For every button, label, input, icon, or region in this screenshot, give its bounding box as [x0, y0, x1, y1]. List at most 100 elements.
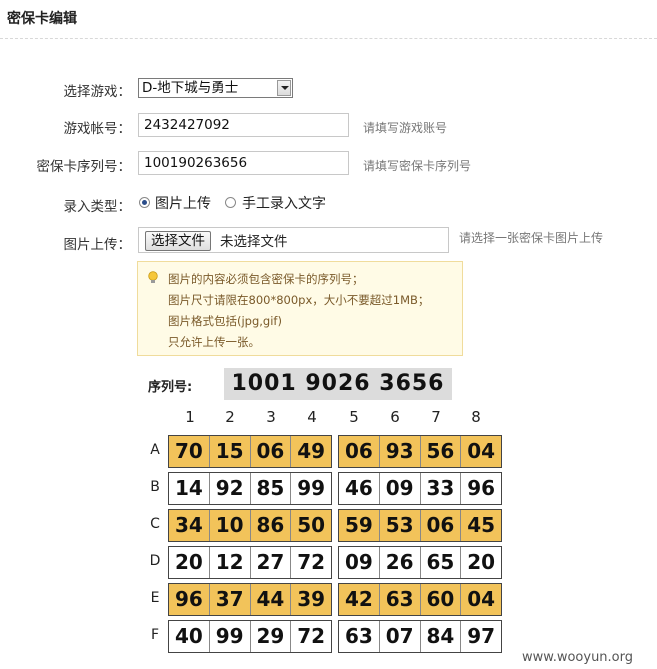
- card-cell: 59: [339, 510, 380, 541]
- card-cell: 40: [169, 621, 210, 652]
- game-label: 选择游戏：: [63, 84, 132, 100]
- card-cell: 46: [339, 473, 380, 504]
- chevron-down-icon[interactable]: [277, 80, 291, 96]
- game-select-value: D-地下城与勇士: [142, 80, 239, 96]
- card-cell: 06: [339, 436, 380, 467]
- upload-hint: 请选择一张密保卡图片上传: [459, 231, 604, 245]
- radio-image-upload-label[interactable]: 图片上传: [155, 193, 211, 213]
- card-column-number: 2: [225, 408, 235, 426]
- file-input[interactable]: 选择文件 未选择文件: [138, 227, 449, 253]
- card-cell: 14: [169, 473, 210, 504]
- watermark: www.wooyun.org: [522, 650, 634, 665]
- card-cell: 34: [169, 510, 210, 541]
- card-block: 20 12 27 72: [168, 546, 332, 579]
- card-row-letter: E: [150, 590, 160, 606]
- card-cell: 86: [251, 510, 292, 541]
- account-row: 游戏帐号： 2432427092 请填写游戏账号: [0, 113, 657, 139]
- card-cell: 99: [297, 476, 326, 500]
- card-cell: 12: [210, 547, 251, 578]
- card-block: 46 09 33 96: [338, 472, 502, 505]
- account-input[interactable]: 2432427092: [138, 113, 349, 137]
- card-row-letter: B: [150, 479, 160, 495]
- account-label: 游戏帐号：: [63, 121, 132, 137]
- card-cell: 04: [467, 587, 496, 611]
- card-cell: 27: [251, 547, 292, 578]
- card-block: 14 92 85 99: [168, 472, 332, 505]
- choose-file-button[interactable]: 选择文件: [145, 231, 211, 251]
- card-block: 09 26 65 20: [338, 546, 502, 579]
- card-cell: 49: [297, 439, 326, 463]
- card-cell: 45: [467, 513, 496, 537]
- card-column-number: 6: [390, 408, 400, 426]
- serial-row: 密保卡序列号： 100190263656 请填写密保卡序列号: [0, 151, 657, 177]
- card-cell: 44: [251, 584, 292, 615]
- card-column-number: 5: [349, 408, 359, 426]
- radio-manual-entry[interactable]: [225, 197, 236, 208]
- card-row-letter: F: [150, 627, 160, 643]
- file-status: 未选择文件: [220, 234, 288, 250]
- card-column-number: 1: [185, 408, 195, 426]
- card-cell: 06: [421, 510, 462, 541]
- radio-manual-entry-label[interactable]: 手工录入文字: [242, 193, 326, 213]
- card-cell: 04: [467, 439, 496, 463]
- type-row: 录入类型： 图片上传 手工录入文字: [0, 191, 657, 217]
- radio-image-upload[interactable]: [139, 197, 150, 208]
- tip-line: 图片尺寸请限在800*800px，大小不要超过1MB；: [168, 293, 430, 307]
- card-cell: 33: [421, 473, 462, 504]
- card-cell: 26: [380, 547, 421, 578]
- card-block: 59 53 06 45: [338, 509, 502, 542]
- card-column-number: 8: [471, 408, 481, 426]
- card-cell: 96: [467, 476, 496, 500]
- card-row-letter: D: [149, 553, 161, 569]
- card-block: 40 99 29 72: [168, 620, 332, 653]
- card-cell: 53: [380, 510, 421, 541]
- card-block: 34 10 86 50: [168, 509, 332, 542]
- card-cell: 93: [380, 436, 421, 467]
- card-row-letter: A: [150, 442, 160, 458]
- serial-input[interactable]: 100190263656: [138, 151, 349, 175]
- title-divider: [0, 38, 657, 39]
- tip-line: 只允许上传一张。: [168, 335, 260, 349]
- card-cell: 56: [421, 436, 462, 467]
- card-cell: 72: [297, 550, 326, 574]
- card-cell: 29: [251, 621, 292, 652]
- card-cell: 70: [169, 436, 210, 467]
- card-column-number: 4: [307, 408, 317, 426]
- game-select[interactable]: D-地下城与勇士: [138, 78, 293, 98]
- card-row-letter: C: [150, 516, 160, 532]
- tip-line: 图片的内容必须包含密保卡的序列号；: [168, 272, 364, 286]
- card-cell: 92: [210, 473, 251, 504]
- card-cell: 42: [339, 584, 380, 615]
- page-title: 密保卡编辑: [7, 11, 77, 27]
- card-cell: 72: [297, 624, 326, 648]
- lightbulb-icon: [148, 271, 158, 283]
- card-cell: 65: [421, 547, 462, 578]
- card-column-number: 7: [431, 408, 441, 426]
- card-cell: 37: [210, 584, 251, 615]
- card-block: 63 07 84 97: [338, 620, 502, 653]
- card-cell: 63: [339, 621, 380, 652]
- card-cell: 15: [210, 436, 251, 467]
- card-cell: 10: [210, 510, 251, 541]
- card-cell: 07: [380, 621, 421, 652]
- card-column-number: 3: [266, 408, 276, 426]
- card-cell: 63: [380, 584, 421, 615]
- card-cell: 06: [251, 436, 292, 467]
- card-cell: 85: [251, 473, 292, 504]
- card-cell: 99: [210, 621, 251, 652]
- serial-label: 密保卡序列号：: [36, 159, 132, 175]
- card-cell: 09: [339, 547, 380, 578]
- upload-label: 图片上传：: [63, 237, 132, 253]
- type-label: 录入类型：: [63, 199, 132, 215]
- card-block: 06 93 56 04: [338, 435, 502, 468]
- upload-row: 图片上传： 选择文件 未选择文件 请选择一张密保卡图片上传: [0, 227, 657, 255]
- card-cell: 20: [169, 547, 210, 578]
- tip-line: 图片格式包括(jpg,gif): [168, 314, 282, 328]
- serial-hint: 请填写密保卡序列号: [363, 159, 472, 173]
- card-block: 96 37 44 39: [168, 583, 332, 616]
- card-serial-label: 序列号:: [148, 380, 193, 395]
- card-block: 70 15 06 49: [168, 435, 332, 468]
- card-cell: 84: [421, 621, 462, 652]
- account-hint: 请填写游戏账号: [363, 121, 448, 135]
- card-block: 42 63 60 04: [338, 583, 502, 616]
